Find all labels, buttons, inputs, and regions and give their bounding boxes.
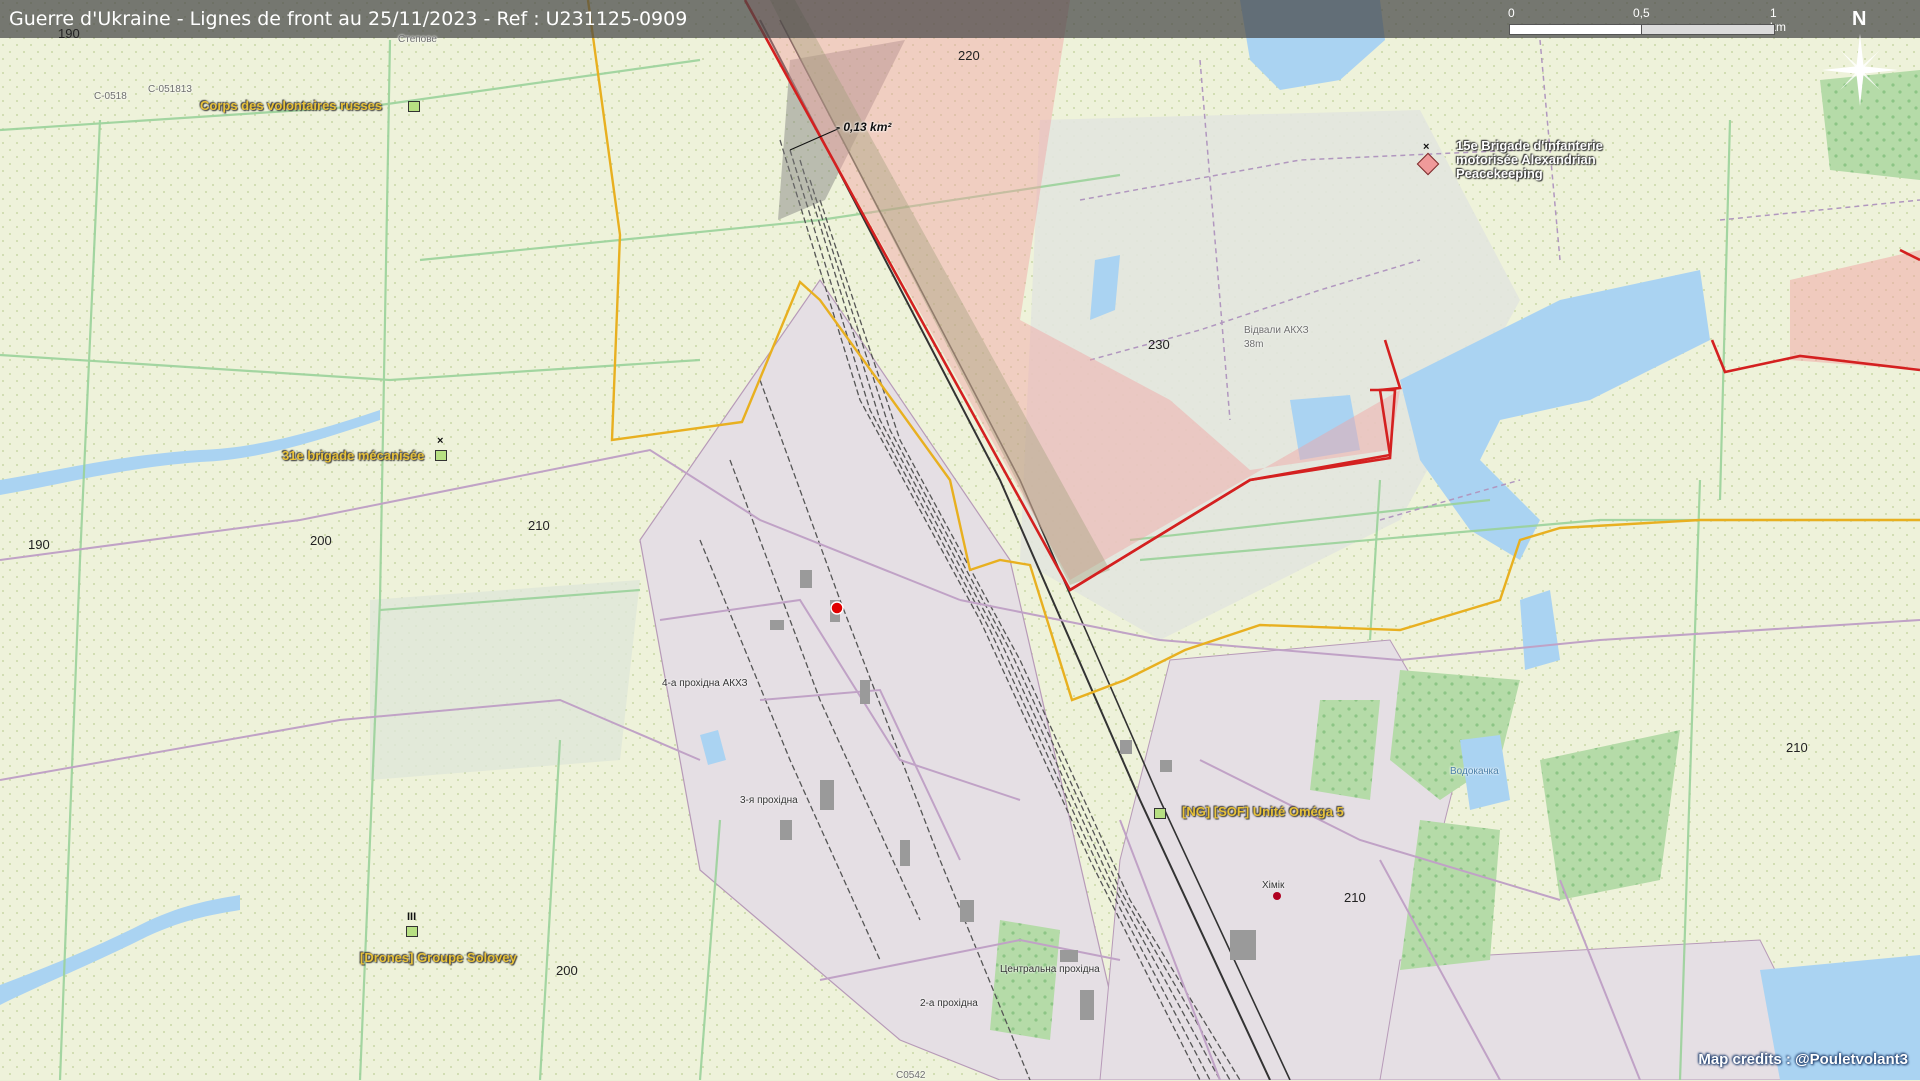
compass-rose: N: [1812, 6, 1908, 118]
place-gate-4: 4-а прохідна АКХЗ: [662, 678, 748, 689]
elevation-label: 220: [958, 48, 980, 63]
place-spoil-height: 38m: [1244, 339, 1264, 350]
poi-red-dot[interactable]: [830, 601, 844, 615]
elevation-label: 190: [28, 537, 50, 552]
forest-area: [1310, 700, 1380, 800]
khimik-station-dot[interactable]: [1273, 892, 1281, 900]
place-gate-3: 3-я прохідна: [740, 795, 798, 806]
unit-echelon-31st-brigade: ×: [437, 435, 444, 447]
unit-label-russian-volunteer-corps[interactable]: Corps des volontaires russes: [200, 98, 382, 113]
scale-tick-0: 0: [1508, 6, 1515, 20]
map-canvas[interactable]: [0, 0, 1920, 1080]
map-credits: Map credits : @Pouletvolant3: [1698, 1051, 1908, 1068]
elevation-label: 230: [1148, 337, 1170, 352]
scale-tick-half: 0,5: [1633, 6, 1650, 20]
elevation-label: 210: [1786, 740, 1808, 755]
meadow-area: [370, 580, 640, 780]
forest-area: [990, 920, 1060, 1040]
place-gate-2: 2-а прохідна: [920, 998, 978, 1009]
scale-bar: 0 0,5 1 km: [1508, 6, 1786, 36]
map-title: Guerre d'Ukraine - Lignes de front au 25…: [9, 8, 688, 30]
place-khimik: Хімік: [1262, 880, 1285, 891]
unit-marker-31st-mechanized-brigade[interactable]: [435, 450, 447, 461]
elevation-label: 210: [528, 518, 550, 533]
unit-label-15th-brigade[interactable]: 15e Brigade d'infanterie motorisée Alexa…: [1456, 139, 1626, 181]
unit-echelon-solovey: III: [407, 911, 417, 923]
unit-marker-russian-volunteer-corps[interactable]: [408, 101, 420, 112]
place-central-gate: Центральна прохідна: [1000, 964, 1100, 975]
unit-label-drones-group-solovey[interactable]: [Drones] Groupe Solovey: [360, 950, 517, 965]
area-change-label: - 0,13 km²: [836, 120, 892, 134]
place-water-tower: Водокачка: [1450, 766, 1499, 777]
unit-echelon-15th-brigade: ×: [1423, 141, 1430, 153]
unit-label-omega-5[interactable]: [NG] [SOF] Unité Oméga 5: [1182, 804, 1344, 819]
road-label-c0542: C0542: [896, 1070, 926, 1081]
place-spoil-heaps: Відвали АКХЗ: [1244, 325, 1309, 336]
road-label-c0518: C-0518: [94, 91, 127, 102]
unit-marker-omega-5[interactable]: [1154, 808, 1166, 819]
unit-label-31st-mechanized-brigade[interactable]: 31e brigade mécanisée: [282, 448, 424, 463]
elevation-label: 210: [1344, 890, 1366, 905]
elevation-label: 190: [58, 26, 80, 41]
compass-north-label: N: [1852, 8, 1867, 30]
unit-marker-solovey[interactable]: [406, 926, 418, 937]
forest-area: [1540, 730, 1680, 900]
scale-segment-1: [1509, 24, 1643, 35]
elevation-label: 200: [310, 533, 332, 548]
road-label-c051813: C-051813: [148, 84, 192, 95]
elevation-label: 200: [556, 963, 578, 978]
place-stepove: Степове: [398, 34, 437, 45]
scale-segment-2: [1641, 24, 1775, 35]
